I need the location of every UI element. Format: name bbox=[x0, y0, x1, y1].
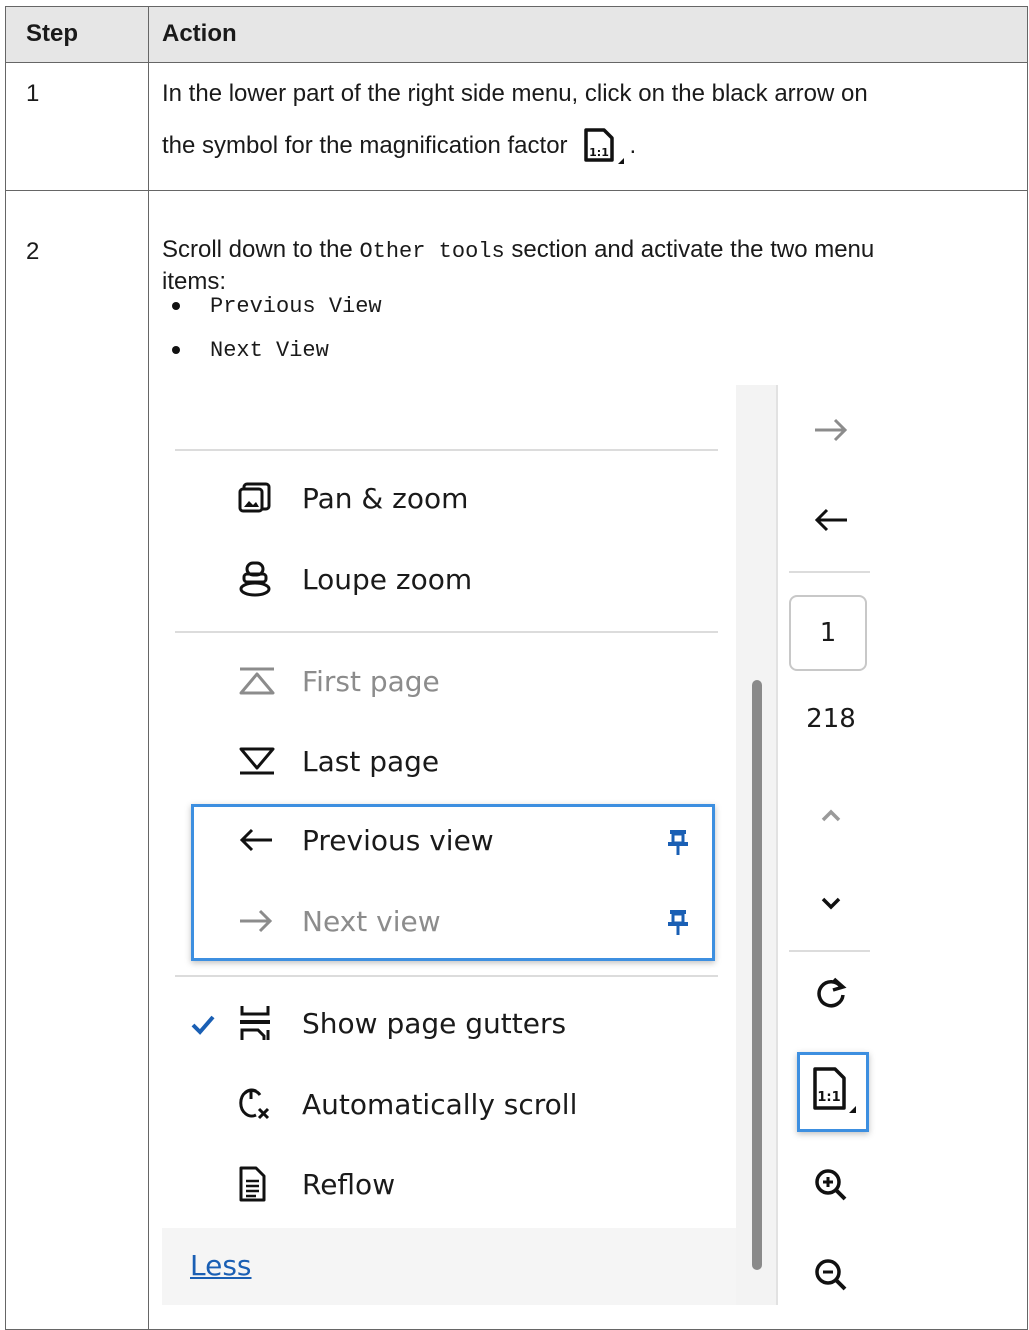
menu-item-label: Show page gutters bbox=[302, 1006, 567, 1040]
row1-text-line2: the symbol for the magnification factor bbox=[162, 132, 568, 159]
zoom-out-icon bbox=[814, 1258, 848, 1297]
row1-text-line2-end: . bbox=[629, 132, 637, 159]
bullet-previous-view: Previous View bbox=[162, 290, 382, 322]
menu-item-reflow[interactable]: Reflow bbox=[238, 1154, 395, 1214]
toolbar-zoom-out-button[interactable] bbox=[795, 1245, 867, 1309]
menu-item-label: Last page bbox=[302, 744, 440, 778]
menu-separator bbox=[175, 449, 718, 451]
row1-step-number: 1 bbox=[26, 80, 40, 107]
bullet-dot bbox=[172, 346, 180, 354]
auto-scroll-icon bbox=[238, 1085, 278, 1123]
header-action-label: Action bbox=[162, 20, 237, 47]
header-step-label: Step bbox=[26, 20, 79, 47]
menu-item-label: Reflow bbox=[302, 1167, 396, 1201]
menu-item-label: First page bbox=[302, 664, 440, 698]
menu-item-show-page-gutters[interactable]: Show page gutters bbox=[238, 993, 566, 1053]
menu-item-label: Previous view bbox=[302, 823, 494, 857]
chevron-down-icon bbox=[820, 896, 842, 915]
pan-zoom-icon bbox=[238, 481, 278, 515]
chevron-up-icon bbox=[820, 809, 842, 828]
checkmark-icon bbox=[190, 1014, 216, 1041]
toolbar-zoom-in-button[interactable] bbox=[795, 1155, 867, 1219]
toolbar-rotate-button[interactable] bbox=[795, 962, 867, 1026]
arrow-left-icon bbox=[238, 828, 278, 852]
toolbar-previous-view-button[interactable] bbox=[795, 490, 867, 554]
menu-item-previous-view[interactable]: Previous view bbox=[238, 810, 698, 870]
row1-text-line2-wrap: the symbol for the magnification factor … bbox=[162, 126, 636, 166]
row2-text-line1: Scroll down to the Other tools section a… bbox=[162, 230, 874, 272]
pin-icon[interactable] bbox=[666, 908, 690, 941]
svg-text:1:1: 1:1 bbox=[589, 146, 609, 159]
bullet-label: Previous View bbox=[210, 293, 382, 319]
menu-item-loupe-zoom[interactable]: Loupe zoom bbox=[238, 549, 472, 609]
toolbar-separator bbox=[789, 950, 870, 952]
menu-separator bbox=[175, 631, 718, 633]
less-link[interactable]: Less bbox=[190, 1249, 252, 1282]
zoom-factor-icon: 1:1 bbox=[809, 1065, 857, 1120]
menu-separator bbox=[175, 975, 718, 977]
row1-text-line1: In the lower part of the right side menu… bbox=[162, 80, 868, 107]
toolbar-page-down-button[interactable] bbox=[795, 873, 867, 937]
page-gutters-icon bbox=[238, 1004, 278, 1042]
last-page-icon bbox=[238, 746, 278, 776]
menu-item-last-page[interactable]: Last page bbox=[238, 731, 439, 791]
toolbar-zoom-factor-button[interactable]: 1:1 bbox=[797, 1052, 869, 1132]
row2-code-other-tools: Other tools bbox=[359, 239, 505, 264]
arrow-left-icon bbox=[813, 508, 849, 537]
toolbar-separator bbox=[789, 571, 870, 573]
zoom-in-icon bbox=[814, 1168, 848, 1207]
loupe-zoom-icon bbox=[238, 561, 278, 597]
menu-item-label: Pan & zoom bbox=[302, 481, 469, 515]
page-total-label: 218 bbox=[806, 704, 856, 734]
menu-item-pan-zoom[interactable]: Pan & zoom bbox=[238, 468, 468, 528]
row2-step-cell bbox=[5, 190, 149, 1330]
menu-item-first-page[interactable]: First page bbox=[238, 651, 440, 711]
arrow-right-icon bbox=[813, 418, 849, 447]
panel-divider bbox=[776, 385, 778, 1305]
toolbar-next-view-button[interactable] bbox=[795, 400, 867, 464]
first-page-icon bbox=[238, 666, 278, 696]
rotate-icon bbox=[814, 975, 848, 1014]
menu-item-label: Automatically scroll bbox=[302, 1087, 578, 1121]
table-header-action-cell bbox=[148, 6, 1028, 63]
pin-icon[interactable] bbox=[666, 828, 690, 861]
toolbar-page-up-button[interactable] bbox=[795, 786, 867, 850]
menu-scrollbar-thumb[interactable] bbox=[752, 680, 762, 1270]
row2-text-post: section and activate the two menu bbox=[511, 236, 875, 263]
menu-item-label: Next view bbox=[302, 904, 441, 938]
reflow-icon bbox=[238, 1166, 278, 1202]
row2-text-pre: Scroll down to the bbox=[162, 236, 353, 263]
page-number-input[interactable]: 1 bbox=[789, 595, 867, 671]
bullet-dot bbox=[172, 302, 180, 310]
bullet-label: Next View bbox=[210, 337, 329, 363]
menu-item-next-view[interactable]: Next view bbox=[238, 891, 698, 951]
row2-step-number: 2 bbox=[26, 238, 40, 265]
zoom-factor-inline-icon: 1:1 bbox=[582, 126, 630, 166]
menu-item-label: Loupe zoom bbox=[302, 562, 473, 596]
menu-item-automatically-scroll[interactable]: Automatically scroll bbox=[238, 1074, 577, 1134]
svg-text:1:1: 1:1 bbox=[817, 1090, 840, 1105]
bullet-next-view: Next View bbox=[162, 334, 329, 366]
arrow-right-icon bbox=[238, 909, 278, 933]
